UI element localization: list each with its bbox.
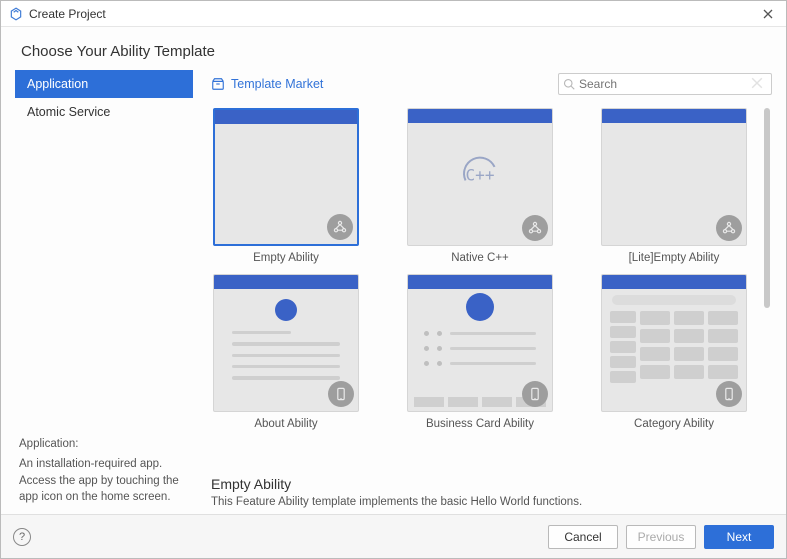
phone-badge-icon: [328, 381, 354, 407]
template-thumb: [407, 274, 553, 412]
footer: ? Cancel Previous Next: [1, 514, 786, 558]
thumb-search: [612, 295, 736, 305]
template-thumb: [213, 274, 359, 412]
template-card-about-ability[interactable]: About Ability: [211, 274, 361, 430]
scrollbar-thumb[interactable]: [764, 108, 770, 308]
thumb-rows: [424, 331, 536, 376]
close-icon: [763, 9, 773, 19]
cpp-label: C++: [466, 166, 495, 185]
sidebar-item-application[interactable]: Application: [15, 70, 193, 98]
template-caption: Category Ability: [634, 418, 714, 430]
close-button[interactable]: [758, 4, 778, 24]
template-grid: Empty Ability C++: [211, 108, 758, 430]
thumb-appbar: [408, 275, 552, 289]
multi-device-badge-icon: [327, 214, 353, 240]
template-thumb: [601, 108, 747, 246]
search-clear-icon[interactable]: [751, 77, 767, 92]
sidebar-description-body: An installation-required app. Access the…: [19, 456, 189, 506]
window-title: Create Project: [29, 7, 106, 21]
template-market-link[interactable]: Template Market: [211, 77, 323, 91]
sidebar-list: Application Atomic Service: [15, 70, 193, 126]
titlebar: Create Project: [1, 1, 786, 27]
template-card-lite-empty-ability[interactable]: [Lite]Empty Ability: [599, 108, 749, 264]
template-thumb: [213, 108, 359, 246]
search-input[interactable]: [579, 77, 751, 91]
selected-template-description: Empty Ability This Feature Ability templ…: [211, 466, 772, 514]
search-icon: [563, 78, 575, 90]
help-button[interactable]: ?: [13, 528, 31, 546]
template-card-business-card-ability[interactable]: Business Card Ability: [405, 274, 555, 430]
thumb-lines: [232, 331, 340, 388]
thumb-appbar: [602, 275, 746, 289]
cancel-button[interactable]: Cancel: [548, 525, 618, 549]
multi-device-badge-icon: [522, 215, 548, 241]
thumb-avatar: [275, 299, 297, 321]
gallery-wrap: Empty Ability C++: [211, 108, 772, 466]
template-market-label: Template Market: [231, 77, 323, 91]
sidebar-description: Application: An installation-required ap…: [15, 438, 193, 514]
sidebar-description-title: Application:: [19, 438, 189, 450]
template-caption: About Ability: [254, 418, 317, 430]
thumb-appbar: [602, 109, 746, 123]
thumb-appbar: [408, 109, 552, 123]
search-box[interactable]: [558, 73, 772, 95]
sidebar-item-atomic-service[interactable]: Atomic Service: [15, 98, 193, 126]
template-thumb: C++: [407, 108, 553, 246]
template-caption: [Lite]Empty Ability: [629, 252, 720, 264]
page-heading: Choose Your Ability Template: [21, 43, 772, 60]
template-card-empty-ability[interactable]: Empty Ability: [211, 108, 361, 264]
phone-badge-icon: [716, 381, 742, 407]
app-logo-icon: [9, 7, 23, 21]
phone-badge-icon: [522, 381, 548, 407]
template-thumb: [601, 274, 747, 412]
previous-button[interactable]: Previous: [626, 525, 696, 549]
template-card-native-cpp[interactable]: C++ Native C++: [405, 108, 555, 264]
body: Application Atomic Service Application: …: [15, 70, 772, 514]
next-button[interactable]: Next: [704, 525, 774, 549]
main-panel: Template Market: [193, 70, 772, 514]
selected-template-text: This Feature Ability template implements…: [211, 496, 772, 508]
thumb-appbar: [214, 275, 358, 289]
sidebar: Application Atomic Service Application: …: [15, 70, 193, 514]
template-caption: Empty Ability: [253, 252, 319, 264]
template-card-category-ability[interactable]: Category Ability: [599, 274, 749, 430]
thumb-appbar: [215, 110, 357, 124]
thumb-avatar: [466, 293, 494, 321]
template-caption: Business Card Ability: [426, 418, 534, 430]
template-caption: Native C++: [451, 252, 509, 264]
multi-device-badge-icon: [716, 215, 742, 241]
create-project-window: Create Project Choose Your Ability Templ…: [0, 0, 787, 559]
topbar: Template Market: [211, 70, 772, 98]
template-gallery: Empty Ability C++: [211, 108, 758, 466]
gallery-scrollbar[interactable]: [764, 108, 772, 466]
selected-template-title: Empty Ability: [211, 476, 772, 492]
content-area: Choose Your Ability Template Application…: [1, 27, 786, 514]
market-icon: [211, 77, 225, 91]
